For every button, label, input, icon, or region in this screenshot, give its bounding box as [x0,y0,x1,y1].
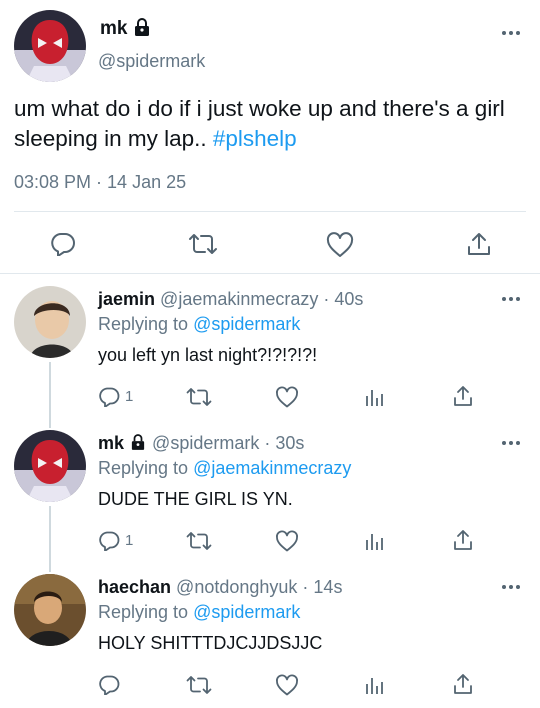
like-icon[interactable] [326,232,354,258]
display-name[interactable]: mk [100,18,127,40]
reply-time: · 30s [264,433,305,453]
analytics-icon[interactable] [364,532,384,552]
reply-header: haechan @notdonghyuk · 14s [98,577,342,598]
divider [0,273,540,274]
avatar-haechan[interactable] [14,574,86,646]
reply-count: 1 [125,532,134,549]
more-options-icon[interactable] [501,584,521,590]
reply-icon[interactable] [98,531,120,551]
reply-icon[interactable] [98,675,120,695]
thread-line [49,362,51,428]
like-icon[interactable] [275,530,299,552]
hashtag-link[interactable]: #plshelp [213,126,297,151]
share-icon[interactable] [452,673,474,695]
handle[interactable]: @jaemakinmecrazy [160,289,318,309]
replying-to: Replying to @jaemakinmecrazy [98,458,351,479]
reply-header: jaemin @jaemakinmecrazy · 40s [98,289,363,310]
replying-to-link[interactable]: @jaemakinmecrazy [193,458,351,478]
handle[interactable]: @spidermark [152,433,259,453]
lock-icon [131,434,145,450]
display-name[interactable]: haechan [98,577,171,597]
replying-prefix: Replying to [98,602,189,622]
display-name[interactable]: mk [98,433,124,453]
replying-to-link[interactable]: @spidermark [193,602,300,622]
reply-text: you left yn last night?!?!?!?! [98,345,318,365]
reply-count: 1 [125,388,134,405]
reply-time: · 40s [323,289,364,309]
analytics-icon[interactable] [364,676,384,696]
display-name[interactable]: jaemin [98,289,155,309]
replying-to: Replying to @spidermark [98,314,300,335]
avatar-mk[interactable] [14,10,86,82]
replying-prefix: Replying to [98,458,189,478]
more-options-icon[interactable] [501,30,521,36]
share-icon[interactable] [452,385,474,407]
reply-text: DUDE THE GIRL IS YN. [98,489,293,509]
avatar-jaemin[interactable] [14,286,86,358]
replying-prefix: Replying to [98,314,189,334]
analytics-icon[interactable] [364,388,384,408]
retweet-icon[interactable] [188,232,218,256]
replying-to-link[interactable]: @spidermark [193,314,300,334]
like-icon[interactable] [275,386,299,408]
divider [14,211,526,212]
thread-line [49,506,51,572]
handle[interactable]: @spidermark [98,51,205,72]
reply-icon[interactable] [50,232,76,256]
retweet-icon[interactable] [186,675,212,695]
handle[interactable]: @notdonghyuk [176,577,297,597]
tweet-text: um what do i do if i just woke up and th… [14,94,534,154]
share-icon[interactable] [466,231,492,257]
reply-header: mk @spidermark · 30s [98,433,304,454]
retweet-icon[interactable] [186,387,212,407]
reply-text: HOLY SHITTTDJCJJDSJJC [98,633,323,653]
timestamp: 03:08 PM · 14 Jan 25 [14,172,187,192]
reply-time: · 14s [302,577,343,597]
more-options-icon[interactable] [501,440,521,446]
replying-to: Replying to @spidermark [98,602,300,623]
share-icon[interactable] [452,529,474,551]
avatar-mk[interactable] [14,430,86,502]
lock-icon [134,18,150,36]
reply-icon[interactable] [98,387,120,407]
retweet-icon[interactable] [186,531,212,551]
more-options-icon[interactable] [501,296,521,302]
like-icon[interactable] [275,674,299,696]
